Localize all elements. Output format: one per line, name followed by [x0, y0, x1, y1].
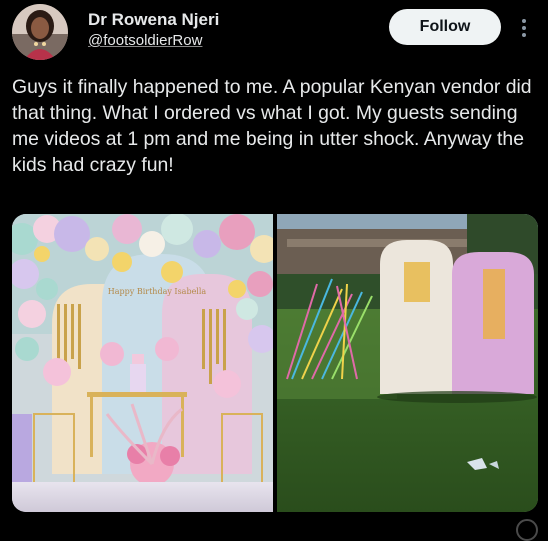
- author-info: Dr Rowena Njeri @footsoldierRow: [88, 10, 219, 51]
- scroll-indicator: [516, 519, 538, 541]
- more-options-icon[interactable]: [514, 14, 534, 42]
- media-image-received[interactable]: [277, 214, 538, 512]
- follow-button[interactable]: Follow: [389, 9, 501, 45]
- tweet-card: Dr Rowena Njeri @footsoldierRow Follow G…: [0, 0, 548, 541]
- media-image-ordered[interactable]: Happy Birthday Isabella: [12, 214, 273, 512]
- received-decor-illustration: [277, 214, 538, 512]
- backdrop-lettering: Happy Birthday Isabella: [108, 287, 207, 296]
- author-handle[interactable]: @footsoldierRow: [88, 31, 219, 51]
- media-grid: Happy Birthday Isabella: [12, 214, 538, 512]
- avatar-image: [12, 4, 68, 60]
- author-display-name[interactable]: Dr Rowena Njeri: [88, 10, 219, 30]
- ordered-decor-illustration: Happy Birthday Isabella: [12, 214, 273, 512]
- author-avatar[interactable]: [12, 4, 68, 60]
- tweet-text: Guys it finally happened to me. A popula…: [12, 76, 532, 176]
